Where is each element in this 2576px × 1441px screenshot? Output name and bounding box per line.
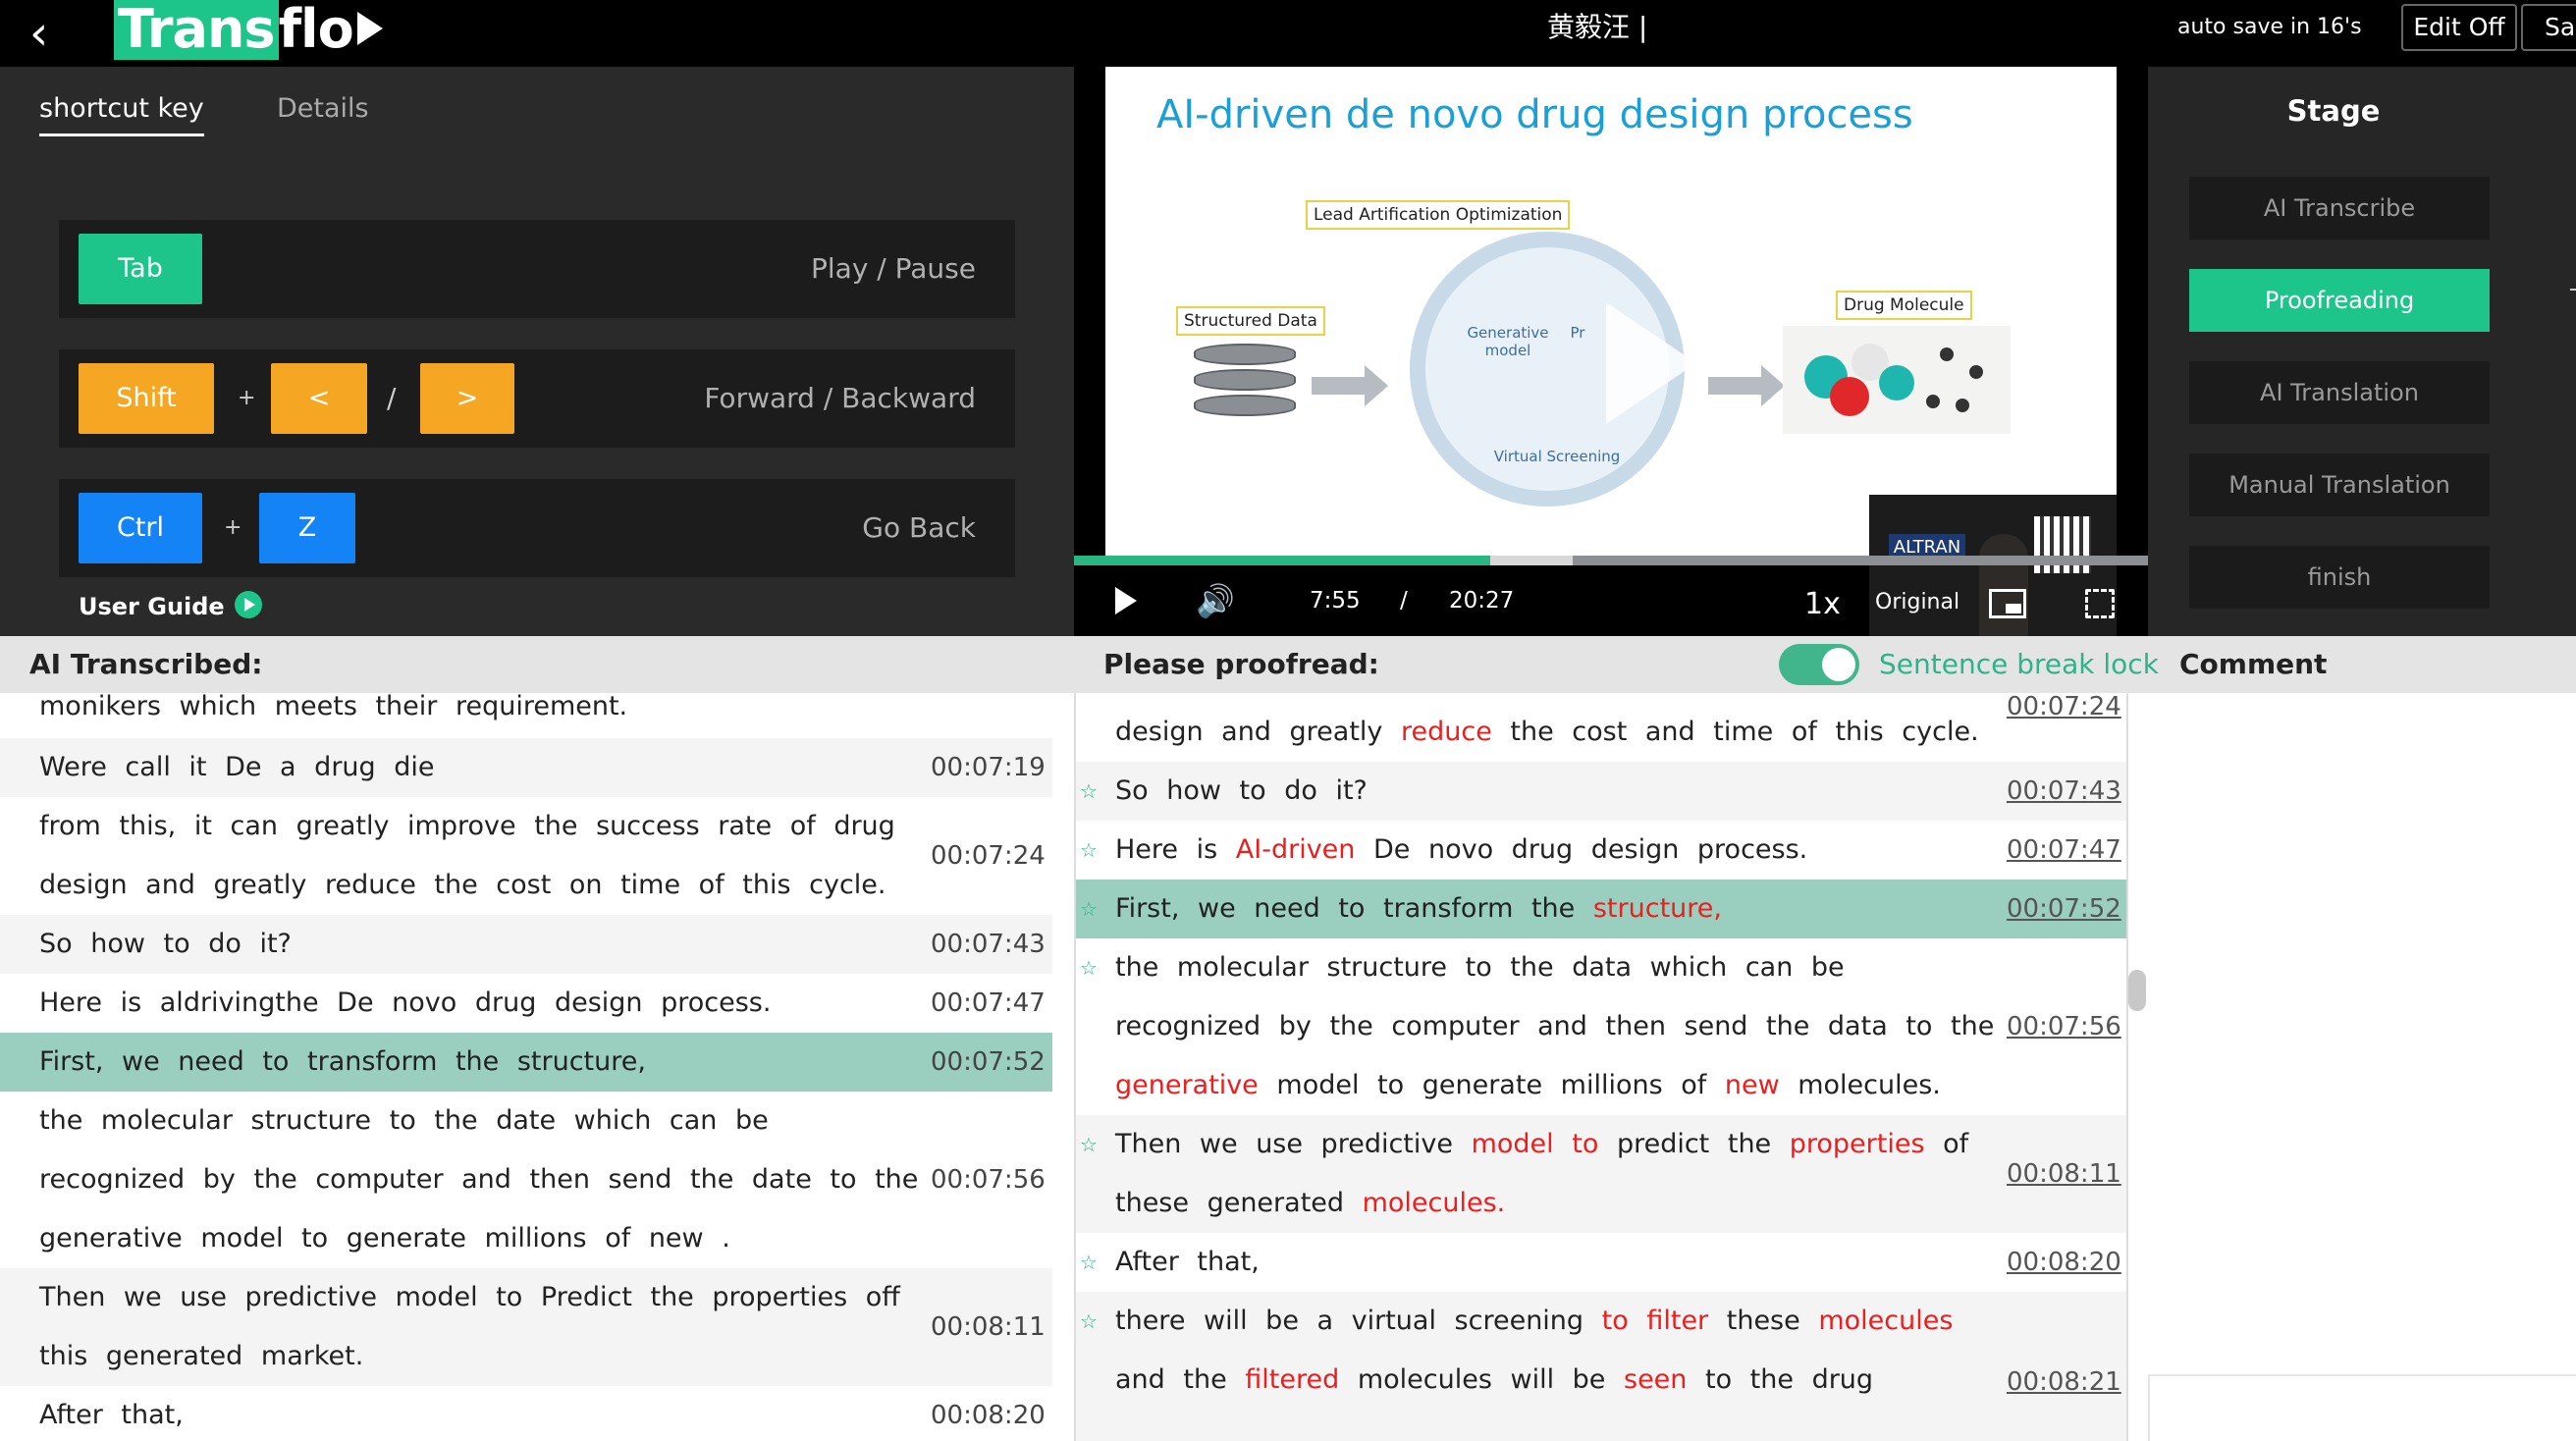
shortcut-row-play: Tab Play / Pause — [59, 220, 1015, 318]
document-title: 黄毅汪 | — [1547, 11, 1648, 43]
play-circle-icon — [234, 591, 262, 618]
proofread-list[interactable]: design and greatly reduce the cost and t… — [1074, 693, 2128, 1441]
duration: 20:27 — [1449, 588, 1515, 614]
shortcut-panel: shortcut key Details Tab Play / Pause Sh… — [0, 67, 1074, 636]
progress-buffered — [1490, 556, 1574, 565]
key-greater-than: > — [420, 363, 514, 434]
list-item[interactable]: ☆ the molecular structure to the data wh… — [1076, 938, 2126, 1115]
comment-header: Comment — [2148, 636, 2576, 693]
arrow-right-icon — [1312, 365, 1388, 406]
key-z: Z — [259, 493, 355, 563]
star-icon[interactable]: ☆ — [1080, 938, 1098, 997]
app-logo: Transflo — [114, 0, 383, 60]
key-shift: Shift — [79, 363, 214, 434]
star-icon[interactable]: ☆ — [1080, 1233, 1098, 1292]
list-item[interactable]: ☆ Here is AI-driven De novo drug design … — [1076, 821, 2126, 880]
save-button[interactable]: Save — [2521, 4, 2576, 51]
list-item[interactable]: design and greatly reduce the cost and t… — [1076, 693, 2126, 752]
edit-off-button[interactable]: Edit Off — [2401, 4, 2517, 51]
plus-sign: + — [224, 515, 242, 540]
video-frame[interactable]: AI-driven de novo drug design process St… — [1105, 67, 2117, 556]
shortcut-label-play: Play / Pause — [811, 252, 976, 285]
plus-sign: + — [238, 386, 256, 410]
stage-proofreading[interactable]: Proofreading — [2189, 269, 2490, 332]
slide-label-drug: Drug Molecule — [1836, 291, 1972, 320]
stage-indicator — [2570, 289, 2576, 291]
star-icon[interactable]: ☆ — [1080, 880, 1098, 938]
star-icon[interactable]: ☆ — [1080, 821, 1098, 880]
time-separator: / — [1400, 588, 1408, 614]
comment-input-box[interactable] — [2148, 1374, 2576, 1441]
list-item[interactable]: Were call it De a drug die 00:07:19 — [0, 738, 1052, 797]
slide-label-structured: Structured Data — [1176, 306, 1325, 336]
list-item[interactable]: the molecular structure to the date whic… — [0, 1092, 1052, 1268]
list-item-selected[interactable]: First, we need to transform the structur… — [0, 1033, 1052, 1092]
play-icon[interactable] — [1115, 587, 1137, 614]
stage-panel: Stage AI Transcribe Proofreading AI Tran… — [2148, 67, 2576, 636]
fullscreen-icon[interactable] — [2085, 589, 2115, 618]
list-item[interactable]: ☆ After that, 00:08:20 — [1076, 1233, 2126, 1292]
sentence-break-lock-label: Sentence break lock — [1879, 648, 2159, 680]
shortcut-label-seek: Forward / Backward — [704, 382, 976, 414]
molecule-image — [1783, 326, 2011, 434]
stage-finish[interactable]: finish — [2189, 546, 2490, 609]
picture-in-picture-icon[interactable] — [1989, 589, 2026, 618]
list-item[interactable]: ☆ Then we use predictive model to predic… — [1076, 1115, 2126, 1233]
chevron-left-icon[interactable]: ‹ — [29, 6, 69, 61]
user-guide-link[interactable]: User Guide — [79, 589, 262, 624]
video-player: AI-driven de novo drug design process St… — [1074, 67, 2148, 636]
original-audio-button[interactable]: Original — [1875, 583, 1959, 622]
play-overlay-icon[interactable] — [1606, 302, 1696, 424]
shortcut-label-undo: Go Back — [862, 511, 976, 544]
list-item[interactable]: Then we use predictive model to Predict … — [0, 1268, 1052, 1386]
slide-title: AI-driven de novo drug design process — [1156, 92, 1913, 137]
slide-label-lead: Lead Artification Optimization — [1306, 200, 1571, 230]
key-less-than: < — [271, 363, 367, 434]
top-bar: ‹ Transflo 黄毅汪 | auto save in 16's Edit … — [0, 0, 2576, 67]
video-progress-bar[interactable] — [1074, 556, 2148, 565]
key-ctrl: Ctrl — [79, 493, 202, 563]
slide-label-virtual: Virtual Screening — [1493, 448, 1621, 465]
list-item[interactable]: monikers which meets their requirement. — [0, 693, 1052, 738]
proofread-scrollbar[interactable] — [2128, 970, 2146, 1011]
shortcut-row-seek: Shift + < / > Forward / Backward — [59, 349, 1015, 448]
autosave-status: auto save in 16's — [2177, 15, 2362, 39]
tab-details[interactable]: Details — [277, 84, 369, 133]
ai-transcribed-header: AI Transcribed: — [0, 636, 1074, 693]
list-item[interactable]: So how to do it? 00:07:43 — [0, 915, 1052, 974]
slide-label-generative: Generative model — [1467, 324, 1549, 359]
star-icon[interactable]: ☆ — [1080, 1292, 1098, 1351]
arrow-right-icon — [1708, 365, 1785, 406]
list-item[interactable]: from this, it can greatly improve the su… — [0, 797, 1052, 915]
list-item[interactable]: Here is aldrivingthe De novo drug design… — [0, 974, 1052, 1033]
sentence-break-lock-toggle[interactable] — [1779, 644, 1859, 685]
stage-title: Stage — [2286, 94, 2381, 128]
stage-ai-translation[interactable]: AI Translation — [2189, 361, 2490, 424]
database-icon — [1194, 344, 1296, 422]
playback-speed-button[interactable]: 1x — [1804, 585, 1841, 624]
slide-label-predictive: Pr — [1570, 324, 1585, 342]
list-item[interactable]: ☆ So how to do it? 00:07:43 — [1076, 762, 2126, 821]
shortcut-row-undo: Ctrl + Z Go Back — [59, 479, 1015, 577]
list-item[interactable]: After that, 00:08:20 — [0, 1386, 1052, 1441]
column-divider — [1052, 693, 1074, 1441]
slash-sign: / — [387, 382, 397, 414]
stage-ai-transcribe[interactable]: AI Transcribe — [2189, 177, 2490, 240]
comment-area[interactable] — [2148, 693, 2576, 1441]
key-tab: Tab — [79, 234, 202, 304]
volume-icon[interactable]: 🔊 — [1196, 581, 1235, 620]
current-time: 7:55 — [1310, 588, 1361, 614]
list-item-selected[interactable]: ☆ First, we need to transform the struct… — [1076, 880, 2126, 938]
video-controls: 🔊 7:55 / 20:27 1x Original — [1074, 565, 2148, 636]
logo-play-icon — [356, 12, 383, 46]
tab-shortcut-key[interactable]: shortcut key — [39, 84, 204, 136]
star-icon[interactable]: ☆ — [1080, 1115, 1098, 1174]
list-item[interactable]: ☆ there will be a virtual screening to f… — [1076, 1292, 2126, 1441]
star-icon[interactable]: ☆ — [1080, 762, 1098, 821]
ai-transcribed-list[interactable]: monikers which meets their requirement. … — [0, 693, 1052, 1441]
stage-manual-translation[interactable]: Manual Translation — [2189, 454, 2490, 516]
progress-played — [1074, 556, 1491, 565]
